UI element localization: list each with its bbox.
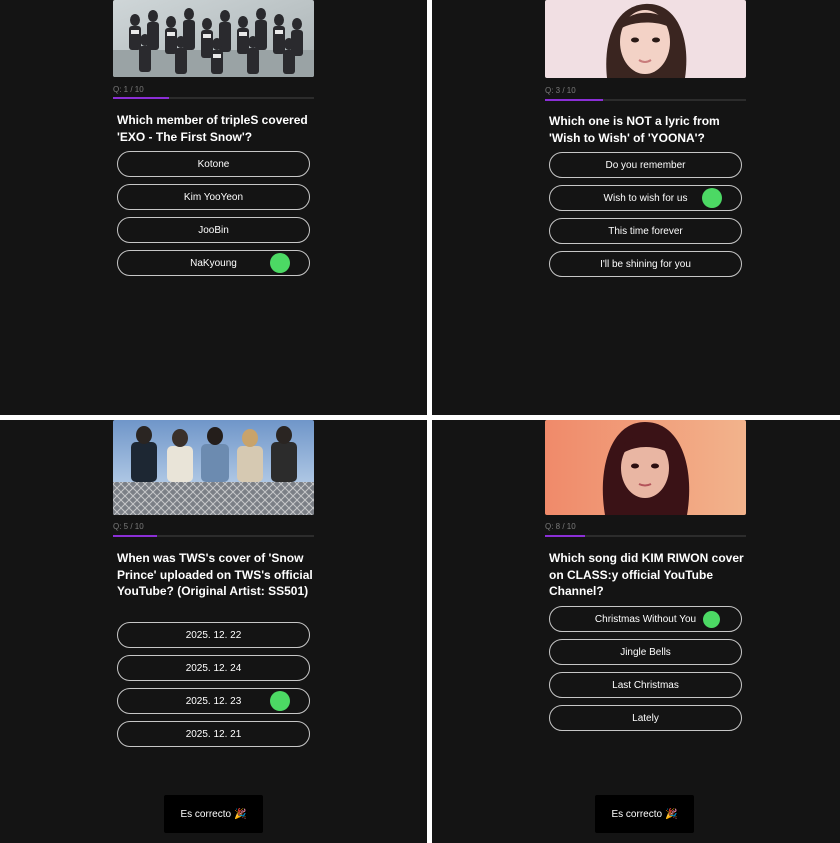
progress-fill bbox=[113, 97, 169, 99]
answer-label: 2025. 12. 22 bbox=[185, 629, 242, 641]
correct-indicator-icon bbox=[702, 188, 722, 208]
answer-label: 2025. 12. 21 bbox=[185, 728, 242, 740]
progress-bar bbox=[545, 535, 746, 537]
answer-option[interactable]: Kotone bbox=[117, 151, 310, 177]
answer-option[interactable]: 2025. 12. 21 bbox=[117, 721, 310, 747]
progress-label: Q: 5 / 10 bbox=[113, 522, 144, 531]
progress-bar bbox=[113, 97, 314, 99]
answer-label: 2025. 12. 23 bbox=[185, 695, 242, 707]
toast-label: Es correcto bbox=[611, 808, 663, 820]
answer-option[interactable]: JooBin bbox=[117, 217, 310, 243]
answer-option[interactable]: I'll be shining for you bbox=[549, 251, 742, 277]
question-text: Which song did KIM RIWON cover on CLASS:… bbox=[549, 551, 744, 598]
group-photo bbox=[113, 420, 314, 515]
correct-toast: Es correcto 🎉 bbox=[595, 795, 694, 833]
artist-photo bbox=[545, 420, 746, 515]
quiz-panel-q3: Q: 3 / 10 Which one is NOT a lyric from … bbox=[432, 0, 840, 415]
group-photo bbox=[113, 0, 314, 77]
correct-indicator-icon bbox=[270, 253, 290, 273]
answer-label: Do you remember bbox=[605, 159, 686, 171]
answer-label: I'll be shining for you bbox=[600, 258, 691, 270]
progress-label: Q: 8 / 10 bbox=[545, 522, 576, 531]
answer-option-correct[interactable]: NaKyoung bbox=[117, 250, 310, 276]
correct-indicator-icon bbox=[270, 691, 290, 711]
answer-label: Christmas Without You bbox=[594, 613, 697, 625]
answer-option[interactable]: 2025. 12. 22 bbox=[117, 622, 310, 648]
answer-label: Lately bbox=[632, 712, 659, 724]
answer-option[interactable]: Jingle Bells bbox=[549, 639, 742, 665]
party-popper-icon: 🎉 bbox=[234, 808, 247, 820]
progress-fill bbox=[545, 535, 585, 537]
answer-label: JooBin bbox=[198, 224, 229, 236]
answer-label: This time forever bbox=[608, 225, 683, 237]
answer-option[interactable]: Do you remember bbox=[549, 152, 742, 178]
answer-option-correct[interactable]: 2025. 12. 23 bbox=[117, 688, 310, 714]
party-popper-icon: 🎉 bbox=[665, 808, 678, 820]
correct-toast: Es correcto 🎉 bbox=[164, 795, 263, 833]
quiz-panel-q1: Q: 1 / 10 Which member of tripleS covere… bbox=[0, 0, 427, 415]
answer-option[interactable]: Kim YooYeon bbox=[117, 184, 310, 210]
answer-option-correct[interactable]: Wish to wish for us bbox=[549, 185, 742, 211]
answer-label: Kim YooYeon bbox=[183, 191, 244, 203]
answer-option-correct[interactable]: Christmas Without You bbox=[549, 606, 742, 632]
answer-label: NaKyoung bbox=[190, 257, 237, 269]
question-text: Which member of tripleS covered 'EXO - T… bbox=[117, 113, 308, 144]
question-text: When was TWS's cover of 'Snow Prince' up… bbox=[117, 551, 313, 598]
progress-label: Q: 1 / 10 bbox=[113, 85, 144, 94]
progress-bar bbox=[113, 535, 314, 537]
answer-label: Jingle Bells bbox=[620, 646, 671, 658]
artist-photo bbox=[545, 0, 746, 78]
progress-bar bbox=[545, 99, 746, 101]
answer-option[interactable]: This time forever bbox=[549, 218, 742, 244]
question-text: Which one is NOT a lyric from 'Wish to W… bbox=[549, 114, 720, 145]
answer-label: Wish to wish for us bbox=[603, 192, 688, 204]
answer-option[interactable]: 2025. 12. 24 bbox=[117, 655, 310, 681]
progress-fill bbox=[545, 99, 603, 101]
progress-label: Q: 3 / 10 bbox=[545, 86, 576, 95]
answer-label: Last Christmas bbox=[612, 679, 679, 691]
toast-label: Es correcto bbox=[180, 808, 232, 820]
correct-indicator-icon bbox=[703, 610, 720, 628]
answer-label: 2025. 12. 24 bbox=[185, 662, 242, 674]
quiz-panel-q8: Q: 8 / 10 Which song did KIM RIWON cover… bbox=[432, 420, 840, 843]
answer-option[interactable]: Lately bbox=[549, 705, 742, 731]
answer-label: Kotone bbox=[197, 158, 230, 170]
progress-fill bbox=[113, 535, 157, 537]
quiz-panel-q5: Q: 5 / 10 When was TWS's cover of 'Snow … bbox=[0, 420, 427, 843]
answer-option[interactable]: Last Christmas bbox=[549, 672, 742, 698]
